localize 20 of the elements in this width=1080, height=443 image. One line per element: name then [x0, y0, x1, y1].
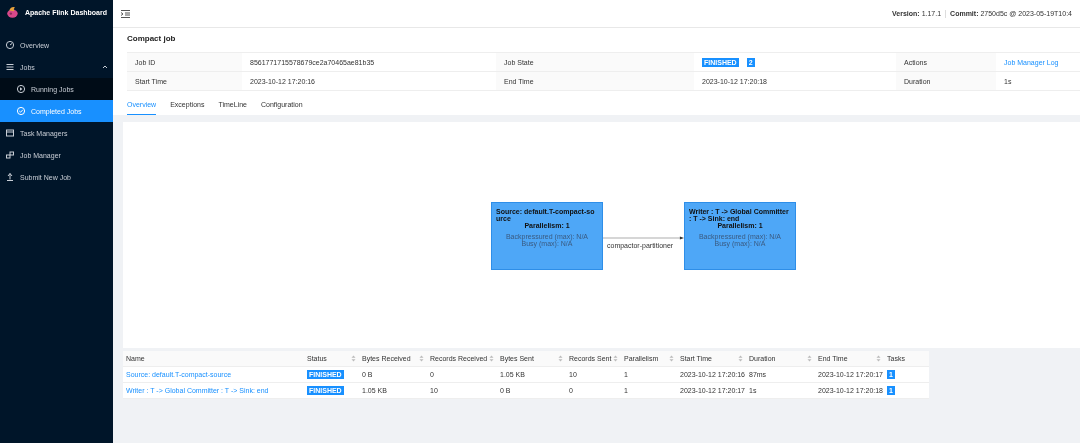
upload-icon	[5, 172, 15, 182]
sort-icon[interactable]	[807, 355, 812, 362]
gauge-icon	[5, 40, 15, 50]
job-title: Compact job	[127, 34, 176, 43]
caret-icon	[102, 64, 108, 70]
squares-icon	[5, 150, 15, 160]
sort-icon[interactable]	[738, 355, 743, 362]
sort-icon[interactable]	[489, 355, 494, 362]
list-icon	[5, 62, 15, 72]
menu-icon[interactable]	[121, 9, 130, 18]
sort-icon[interactable]	[876, 355, 881, 362]
sort-icon[interactable]	[558, 355, 563, 362]
logo-icon	[6, 4, 19, 20]
play-circle-icon	[16, 84, 26, 94]
sort-icon[interactable]	[351, 355, 356, 362]
panel-icon	[5, 128, 15, 138]
sort-icon[interactable]	[419, 355, 424, 362]
sort-icon[interactable]	[613, 355, 618, 362]
sort-icon[interactable]	[669, 355, 674, 362]
check-circle-icon	[16, 106, 26, 116]
